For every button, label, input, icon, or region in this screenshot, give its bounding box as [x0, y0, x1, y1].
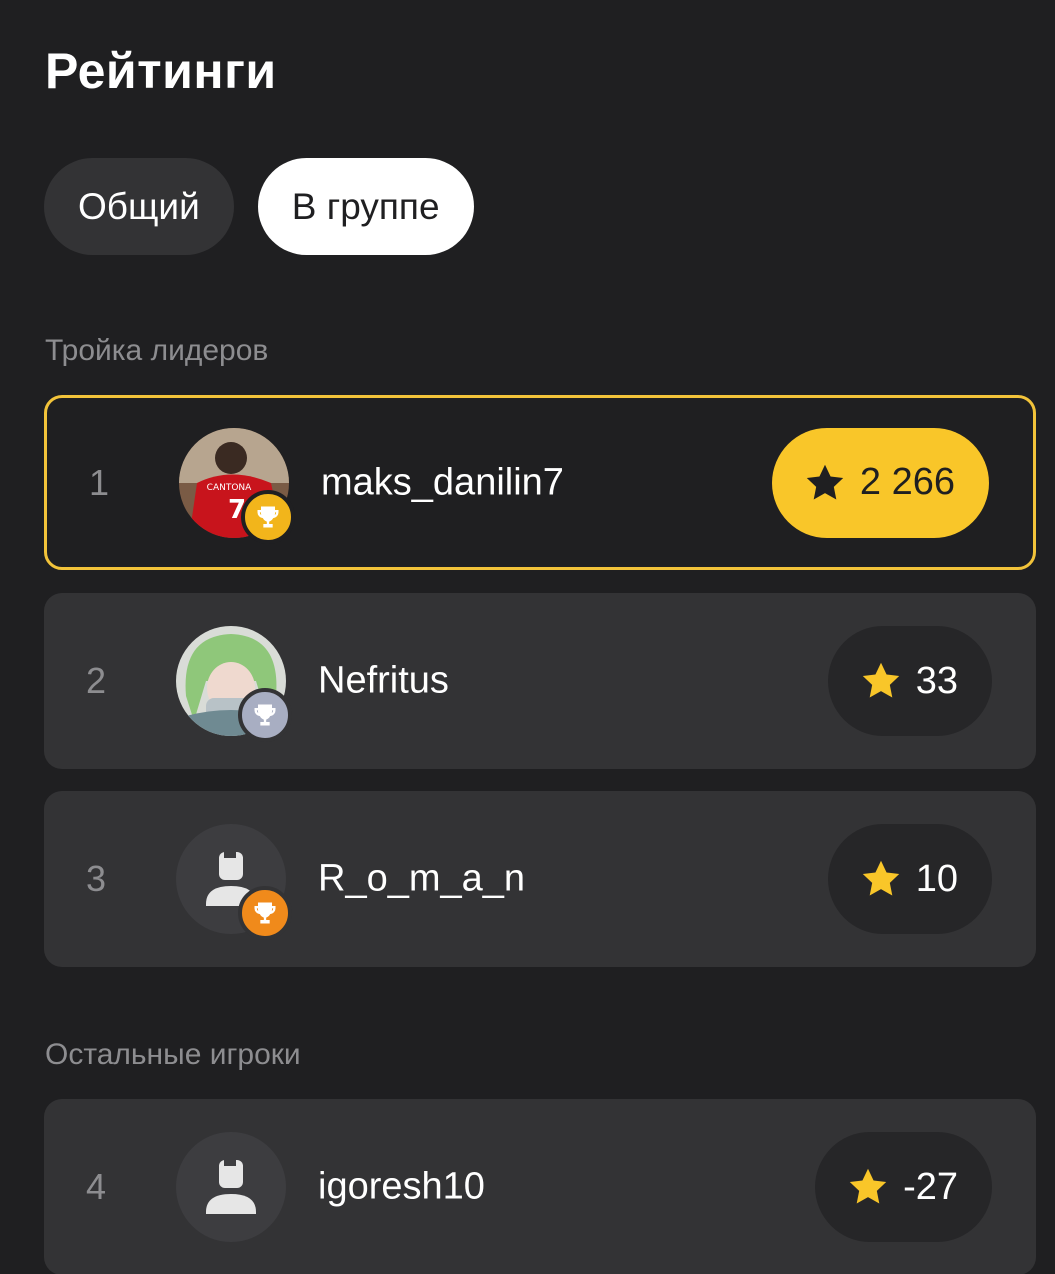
avatar[interactable]: [176, 1132, 286, 1242]
star-icon: [862, 860, 899, 896]
leaderboard-row[interactable]: 1 CANTONA 7 maks_danilin7 2 266: [44, 395, 1036, 570]
star-icon: [806, 464, 844, 499]
score-badge: 2 266: [771, 427, 989, 538]
score-value: 33: [915, 659, 958, 702]
leaders-section-label: Тройка лидеров: [45, 334, 269, 367]
trophy-icon: [241, 489, 295, 544]
others-section-label: Остальные игроки: [45, 1038, 301, 1071]
star-icon: [849, 1168, 887, 1204]
rank-number: 4: [86, 1166, 107, 1207]
leaderboard-row[interactable]: 4 igoresh10 -27: [44, 1099, 1036, 1274]
rank-number: 1: [89, 461, 110, 503]
trophy-icon: [238, 886, 292, 940]
tab-general[interactable]: Общий: [44, 158, 234, 255]
rating-tabs: Общий В группе: [44, 158, 474, 255]
player-username: R_o_m_a_n: [318, 857, 526, 900]
tab-in-group[interactable]: В группе: [257, 158, 474, 255]
score-badge: 33: [827, 626, 992, 736]
leaderboard-row[interactable]: 3 R_o_m_a_n 10: [44, 791, 1036, 967]
leaderboard-row[interactable]: 2 Nefritus 33: [44, 593, 1036, 769]
star-icon: [862, 662, 899, 698]
score-value: 10: [915, 857, 958, 900]
score-badge: -27: [815, 1132, 992, 1242]
player-username: igoresh10: [318, 1165, 485, 1208]
user-icon: [176, 1132, 286, 1242]
score-badge: 10: [827, 824, 992, 934]
score-value: 2 266: [859, 461, 955, 503]
score-value: -27: [903, 1165, 958, 1208]
avatar[interactable]: CANTONA 7: [179, 427, 295, 544]
ratings-screen: Рейтинги Общий В группе Тройка лидеров 1…: [0, 0, 1055, 1274]
player-username: Nefritus: [318, 659, 449, 702]
player-username: maks_danilin7: [321, 461, 564, 503]
avatar[interactable]: [176, 626, 292, 742]
rank-number: 3: [86, 858, 107, 899]
trophy-icon: [238, 688, 292, 742]
page-title: Рейтинги: [45, 43, 277, 99]
avatar[interactable]: [176, 824, 292, 940]
svg-text:CANTONA: CANTONA: [207, 483, 252, 493]
rank-number: 2: [86, 660, 107, 701]
